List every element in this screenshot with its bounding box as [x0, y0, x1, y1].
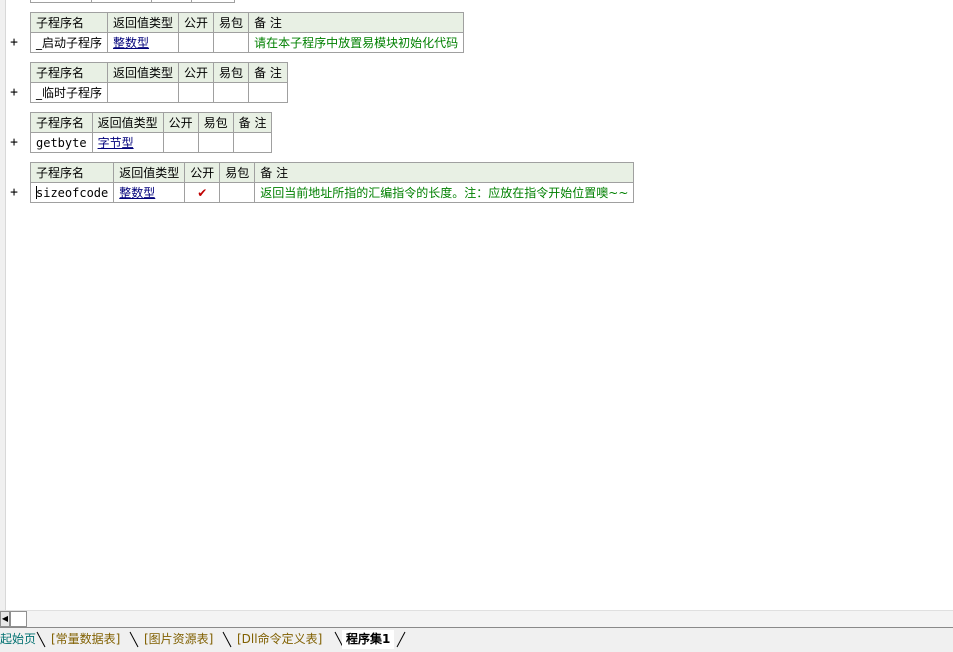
col-header-package: 易包: [213, 12, 250, 33]
col-header-note: 备 注: [254, 162, 635, 183]
col-header-name: 子程序名: [30, 112, 93, 133]
col-header-return-type: 返回值类型: [107, 12, 180, 33]
public-cell[interactable]: [162, 132, 199, 153]
public-cell[interactable]: [178, 82, 215, 103]
tab-dll-commands[interactable]: [Dll命令定义表]: [237, 630, 322, 649]
table-row: getbyte 字节型: [30, 132, 273, 153]
return-type-cell[interactable]: 整数型: [107, 32, 180, 53]
package-cell[interactable]: [213, 32, 250, 53]
expand-toggle[interactable]: +: [8, 186, 20, 200]
table-row: _启动子程序 整数型 请在本子程序中放置易模块初始化代码: [29, 32, 465, 53]
note-cell[interactable]: 返回当前地址所指的汇编指令的长度。注：应放在指令开始位置噢~~: [254, 182, 635, 203]
col-header-public: 公开: [178, 62, 215, 83]
col-header-package: 易包: [213, 62, 250, 83]
scroll-left-arrow-icon[interactable]: ◀: [0, 611, 10, 627]
table-header-row: 子程序名 返回值类型 公开 易包 备 注: [29, 162, 635, 183]
tab-assembly-1[interactable]: 程序集1: [342, 630, 395, 649]
col-header-package: 易包: [219, 162, 256, 183]
subroutine-name-cell[interactable]: getbyte: [30, 132, 93, 153]
table-row: sizeofcode 整数型 ✔ 返回当前地址所指的汇编指令的长度。注：应放在指…: [29, 182, 635, 203]
subroutine-name-cell[interactable]: _启动子程序: [29, 32, 109, 53]
subroutine-table: 子程序名 返回值类型 公开 易包 备 注 _临时子程序: [29, 62, 288, 103]
expand-toggle[interactable]: +: [8, 36, 20, 50]
tab-separator-icon: [36, 631, 46, 648]
table-header-row: 子程序名 返回值类型 公开 易包 备 注: [29, 12, 465, 33]
subroutine-name-cell[interactable]: _临时子程序: [29, 82, 109, 103]
note-cell[interactable]: 请在本子程序中放置易模块初始化代码: [248, 32, 465, 53]
col-header-public: 公开: [178, 12, 215, 33]
col-header-return-type: 返回值类型: [91, 112, 164, 133]
note-cell[interactable]: [232, 132, 273, 153]
return-type-cell[interactable]: 字节型: [91, 132, 164, 153]
col-header-public: 公开: [162, 112, 199, 133]
col-header-public: 公开: [184, 162, 221, 183]
table-header-row: 子程序名 返回值类型 公开 易包 备 注: [29, 62, 288, 83]
document-tab-bar: 起始页 [常量数据表] [图片资源表] [Dll命令定义表] 程序集1: [0, 627, 953, 652]
package-cell[interactable]: [219, 182, 256, 203]
col-header-name: 子程序名: [29, 12, 109, 33]
col-header-return-type: 返回值类型: [107, 62, 180, 83]
text-cursor: [36, 186, 37, 199]
tab-separator-icon: [396, 631, 406, 648]
col-header-return-type: 返回值类型: [113, 162, 186, 183]
tab-image-resources[interactable]: [图片资源表]: [144, 630, 213, 649]
tab-start-page[interactable]: 起始页: [0, 630, 36, 649]
public-check-icon[interactable]: ✔: [184, 182, 221, 203]
col-header-name: 子程序名: [29, 162, 115, 183]
subroutine-table: 子程序名 返回值类型 公开 易包 备 注 _启动子程序 整数型 请在本子程序中放…: [29, 12, 465, 53]
note-cell[interactable]: [248, 82, 288, 103]
previous-table-bottom: [30, 0, 235, 3]
col-header-name: 子程序名: [29, 62, 109, 83]
scroll-thumb[interactable]: [10, 611, 27, 627]
expand-toggle[interactable]: +: [8, 136, 20, 150]
horizontal-scrollbar[interactable]: ◀: [0, 610, 953, 627]
code-editor[interactable]: + 子程序名 返回值类型 公开 易包 备 注 _启动子程序 整数型 请在本子程序…: [6, 0, 953, 610]
col-header-package: 易包: [197, 112, 234, 133]
table-header-row: 子程序名 返回值类型 公开 易包 备 注: [30, 112, 273, 133]
table-row: _临时子程序: [29, 82, 288, 103]
tab-separator-icon: [222, 631, 232, 648]
col-header-note: 备 注: [248, 12, 465, 33]
package-cell[interactable]: [197, 132, 234, 153]
subroutine-name-cell[interactable]: sizeofcode: [29, 182, 115, 203]
subroutine-table: 子程序名 返回值类型 公开 易包 备 注 getbyte 字节型: [30, 112, 273, 153]
col-header-note: 备 注: [232, 112, 273, 133]
return-type-cell[interactable]: [107, 82, 180, 103]
expand-toggle[interactable]: +: [8, 86, 20, 100]
subroutine-table: 子程序名 返回值类型 公开 易包 备 注 sizeofcode 整数型 ✔ 返回…: [29, 162, 635, 203]
package-cell[interactable]: [213, 82, 250, 103]
tab-separator-icon: [129, 631, 139, 648]
public-cell[interactable]: [178, 32, 215, 53]
return-type-cell[interactable]: 整数型: [113, 182, 186, 203]
tab-constants-table[interactable]: [常量数据表]: [51, 630, 120, 649]
col-header-note: 备 注: [248, 62, 288, 83]
